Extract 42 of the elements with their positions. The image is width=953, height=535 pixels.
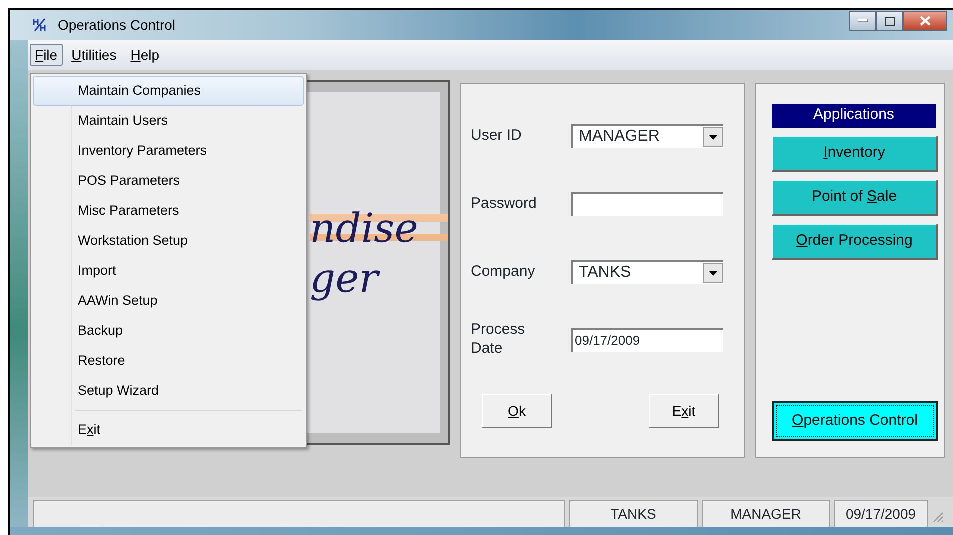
menu-item[interactable]: Inventory Parameters [33,136,304,166]
window-title: Operations Control [58,16,176,35]
menu-item[interactable]: Exit [33,415,304,445]
menu-item[interactable]: POS Parameters [33,166,304,196]
app-button[interactable]: Order Processing [772,224,938,260]
menu-item[interactable]: Restore [33,346,304,376]
section-header: Applications [772,104,936,128]
maximize-icon [884,16,894,26]
minimize-button[interactable] [849,11,876,31]
menu-item[interactable]: AAWin Setup [33,286,304,316]
status-panel: MANAGER [702,500,830,527]
maximize-button[interactable] [876,11,903,31]
dropdown-field[interactable]: MANAGER [571,124,723,148]
input-field[interactable]: 09/17/2009 [571,328,723,352]
menu-item[interactable]: Maintain Users [33,106,304,136]
field-label: Process Date [471,321,526,359]
field-label: Company [471,262,536,282]
menu-item[interactable]: Misc Parameters [33,196,304,226]
menu-item[interactable]: Backup [33,316,304,346]
dialog-button[interactable]: Ok [482,394,552,428]
menu-item[interactable]: File [30,44,63,66]
menu-item[interactable]: Setup Wizard [33,376,304,406]
menu-item[interactable]: Maintain Companies [33,76,304,106]
menu-item[interactable]: Workstation Setup [33,226,304,256]
menu-item[interactable]: Utilities [66,44,122,66]
input-field[interactable] [571,192,723,216]
dialog-button[interactable]: Exit [649,394,719,428]
minimize-icon [858,19,868,23]
menu-item[interactable]: Import [33,256,304,286]
app-button[interactable]: Operations Control [772,401,938,441]
field-label: Password [471,194,538,214]
app-button[interactable]: Point of Sale [772,180,938,216]
status-panel: TANKS [569,500,698,527]
dropdown-field[interactable]: TANKS [571,260,723,284]
app-icon [32,17,48,33]
app-button[interactable]: Inventory [772,136,938,172]
menu-item[interactable]: Help [126,44,165,66]
logo-text: ger [310,255,378,304]
close-button[interactable] [903,11,947,31]
field-label: User ID [471,126,523,146]
status-panel: 09/17/2009 [834,500,928,527]
close-icon [920,16,930,26]
